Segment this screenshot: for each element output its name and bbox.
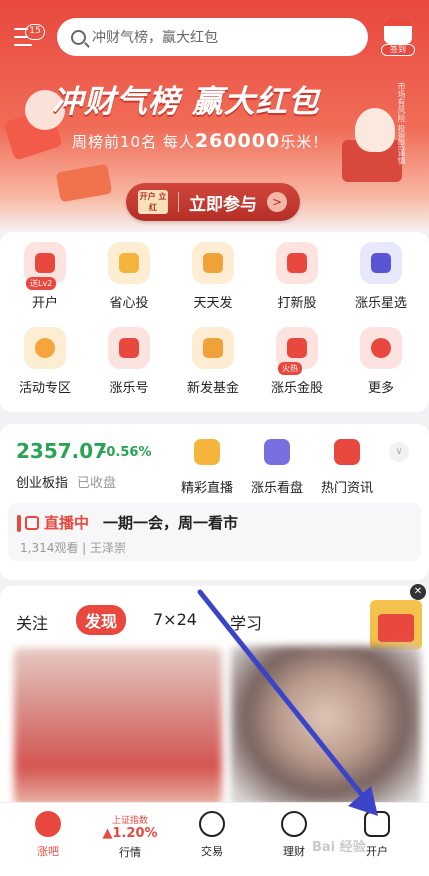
- grid-item-daily[interactable]: 天天发: [173, 242, 253, 312]
- red-envelope-decoration: [55, 163, 113, 203]
- grid-item-label: 涨乐金股: [270, 381, 323, 396]
- lv2-badge: 送Lv2: [26, 277, 57, 290]
- index-change: -0.56%: [101, 445, 152, 460]
- promo-gift-image[interactable]: [370, 600, 422, 650]
- grid-item-label: 打新股: [277, 296, 317, 311]
- join-now-button[interactable]: 开户 立红 立即参与 >: [126, 183, 300, 221]
- quick-label: 热门资讯: [320, 481, 373, 496]
- feature-grid: 送Lv2 开户 省心投 天天发 打新股 涨乐星选 活动专区 涨乐号 新发基金 火…: [0, 232, 429, 412]
- grid-item-label: 开户: [31, 296, 58, 311]
- grid-item-label: 活动专区: [18, 381, 71, 396]
- live-icon: [25, 516, 39, 530]
- grid-item-label: 更多: [367, 381, 394, 396]
- nav-index-name: 上证指数: [111, 816, 148, 826]
- grid-item-easy-invest[interactable]: 省心投: [89, 242, 169, 312]
- grid-item-label: 省心投: [109, 296, 149, 311]
- checkin-button[interactable]: 签到: [381, 18, 415, 56]
- nav-label: 行情: [119, 846, 141, 859]
- search-placeholder: 冲财气榜，赢大红包: [92, 30, 218, 46]
- market-card: 2357.07 -0.56% 创业板指 已收盘 精彩直播 涨乐看盘 热门资讯 ∨…: [0, 424, 429, 580]
- search-icon: [71, 29, 86, 45]
- nav-item-trade[interactable]: 交易: [182, 811, 242, 859]
- grid-item-open-account[interactable]: 送Lv2 开户: [5, 242, 85, 312]
- nav-label: 涨吧: [37, 845, 59, 858]
- new-fund-icon: [192, 327, 234, 369]
- star-icon: [360, 242, 402, 284]
- grid-item-golden-stock[interactable]: 火热 涨乐金股: [257, 327, 337, 397]
- tab-7x24[interactable]: 7×24: [153, 610, 197, 629]
- live-meta: 1,314观看 | 王泽崇: [20, 541, 127, 555]
- quick-hot-news[interactable]: 热门资讯: [307, 439, 387, 496]
- watermark: Bai 经验: [312, 840, 366, 855]
- chevron-down-icon[interactable]: ∨: [389, 442, 409, 462]
- calendar-icon: [384, 18, 412, 44]
- grid-item-star-select[interactable]: 涨乐星选: [341, 242, 421, 312]
- wealth-icon: [281, 811, 307, 837]
- quick-market-view[interactable]: 涨乐看盘: [237, 439, 317, 496]
- quick-live[interactable]: 精彩直播: [167, 439, 247, 496]
- more-dots-icon: [360, 327, 402, 369]
- open-account-tag: 开户 立红: [138, 190, 168, 214]
- nav-item-quotes[interactable]: 上证指数 ▲1.20% 行情: [100, 809, 160, 860]
- live-tag: 直播中: [44, 514, 90, 532]
- market-status: 已收盘: [77, 476, 117, 491]
- hot-badge: 火热: [278, 362, 302, 375]
- grid-item-label: 天天发: [193, 296, 233, 311]
- live-stream-item[interactable]: 直播中 一期一会，周一看市 1,314观看 | 王泽崇: [8, 503, 421, 561]
- live-accent-bar: [17, 515, 21, 532]
- checkin-label: 签到: [381, 44, 415, 56]
- feed-thumbnail[interactable]: [14, 648, 222, 806]
- quick-label: 涨乐看盘: [250, 481, 303, 496]
- quick-label: 精彩直播: [180, 481, 233, 496]
- nav-label: 交易: [201, 845, 223, 858]
- chevron-right-icon: >: [267, 192, 287, 212]
- banner-subtitle: 周榜前10名 每人260000乐米！: [72, 130, 329, 152]
- index-value[interactable]: 2357.07: [16, 439, 107, 463]
- hot-icon: 火热: [276, 327, 318, 375]
- grid-item-zhangle-account[interactable]: 涨乐号: [89, 327, 169, 397]
- live-title: 一期一会，周一看市: [103, 514, 239, 532]
- search-input[interactable]: 冲财气榜，赢大红包: [57, 18, 368, 56]
- grid-item-events[interactable]: 活动专区: [5, 327, 85, 397]
- grid-item-ipo[interactable]: 打新股: [257, 242, 337, 312]
- grid-item-more[interactable]: 更多: [341, 327, 421, 397]
- grid-item-label: 涨乐星选: [354, 296, 407, 311]
- menu-icon-line: [14, 44, 32, 46]
- index-name: 创业板指: [16, 476, 69, 491]
- join-now-label: 立即参与: [189, 194, 257, 215]
- balloon-icon: [24, 327, 66, 369]
- account-card-icon: 送Lv2: [24, 242, 66, 290]
- feed-thumbnail[interactable]: [231, 646, 421, 806]
- tab-learn[interactable]: 学习: [230, 610, 262, 634]
- tab-follow[interactable]: 关注: [16, 610, 48, 634]
- close-icon[interactable]: ✕: [410, 584, 426, 600]
- upload-bag-icon: [108, 327, 150, 369]
- nav-index-change: ▲1.20%: [102, 826, 158, 841]
- grid-item-new-fund[interactable]: 新发基金: [173, 327, 253, 397]
- banner-title: 冲财气榜 赢大红包: [52, 84, 320, 120]
- trade-icon: [199, 811, 225, 837]
- account-icon: [364, 811, 390, 837]
- nav-item-zhangba[interactable]: 涨吧: [18, 811, 78, 859]
- message-count-badge: 15: [25, 24, 45, 40]
- grid-item-label: 新发基金: [186, 381, 239, 396]
- bar-chart-icon: [264, 439, 290, 465]
- live-icon: [194, 439, 220, 465]
- grid-item-label: 涨乐号: [109, 381, 149, 396]
- divider: [178, 192, 179, 212]
- news-icon: [334, 439, 360, 465]
- trend-up-icon: [192, 242, 234, 284]
- tab-discover[interactable]: 发现: [76, 605, 127, 635]
- risk-disclaimer: 市场有风险 投资需谨慎: [397, 82, 406, 165]
- play-icon: [35, 811, 61, 837]
- bookmark-icon: [276, 242, 318, 284]
- ticket-icon: [108, 242, 150, 284]
